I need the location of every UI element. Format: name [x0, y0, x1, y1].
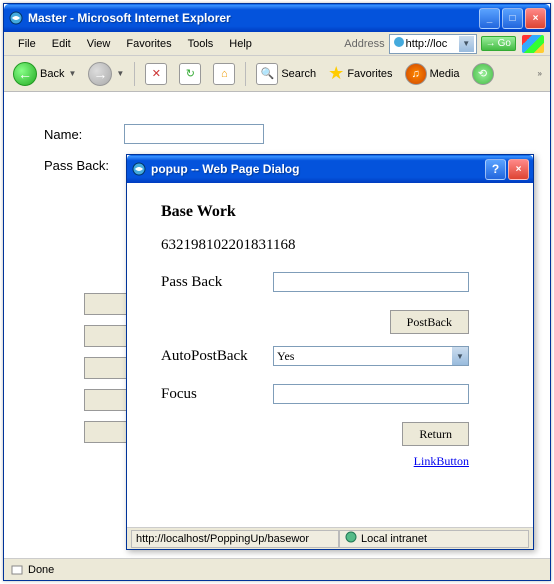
help-button[interactable]: ? [485, 159, 506, 180]
media-label: Media [430, 68, 460, 80]
ie-flag-icon [522, 35, 544, 53]
popup-close-button[interactable]: × [508, 159, 529, 180]
favorites-label: Favorites [347, 68, 392, 80]
popup-dialog: popup -- Web Page Dialog ? × Base Work 6… [126, 154, 534, 550]
autopostback-select[interactable]: Yes ▼ [273, 346, 469, 366]
popup-body: Base Work 632198102201831168 Pass Back P… [127, 183, 533, 527]
main-title: Master - Microsoft Internet Explorer [28, 11, 479, 25]
main-titlebar: Master - Microsoft Internet Explorer _ □… [4, 4, 550, 32]
focus-input[interactable] [273, 384, 469, 404]
address-dropdown-icon[interactable]: ▼ [459, 36, 474, 52]
popup-statusbar: http://localhost/PoppingUp/basewor Local… [127, 527, 533, 549]
back-label: Back [40, 68, 64, 80]
popup-titlebar: popup -- Web Page Dialog ? × [127, 155, 533, 183]
stop-button[interactable]: ✕ [140, 60, 172, 88]
popup-status-zone: Local intranet [361, 533, 427, 545]
search-label: Search [281, 68, 316, 80]
autopostback-label: AutoPostBack [161, 348, 273, 365]
stop-icon: ✕ [145, 63, 167, 85]
name-input[interactable] [124, 124, 264, 144]
menu-edit[interactable]: Edit [44, 35, 79, 53]
media-icon: ♫ [405, 63, 427, 85]
close-button[interactable]: × [525, 8, 546, 29]
address-bar[interactable]: http://loc ▼ [389, 34, 477, 54]
media-button[interactable]: ♫Media [400, 60, 465, 88]
popup-status-url: http://localhost/PoppingUp/basewor [131, 530, 339, 548]
go-label: Go [498, 38, 511, 49]
chevron-down-icon: ▼ [452, 347, 468, 365]
address-value: http://loc [406, 38, 459, 50]
menubar: File Edit View Favorites Tools Help Addr… [4, 32, 550, 56]
return-button[interactable]: Return [402, 422, 469, 446]
ie-icon [131, 161, 147, 177]
search-icon: 🔍 [256, 63, 278, 85]
popup-heading: Base Work [161, 203, 505, 221]
popup-passback-label: Pass Back [161, 274, 273, 291]
forward-icon: → [88, 62, 112, 86]
back-icon: ← [13, 62, 37, 86]
chevron-down-icon: ▼ [116, 69, 124, 78]
home-button[interactable]: ⌂ [208, 60, 240, 88]
toolbar-overflow-icon[interactable]: » [534, 65, 546, 82]
postback-button[interactable]: PostBack [390, 310, 469, 334]
home-icon: ⌂ [213, 63, 235, 85]
window-buttons: _ □ × [479, 8, 546, 29]
go-button[interactable]: → Go [481, 36, 516, 51]
star-icon: ★ [328, 63, 344, 84]
popup-title: popup -- Web Page Dialog [151, 162, 485, 176]
history-button[interactable]: ⟲ [467, 60, 499, 88]
address-label: Address [344, 38, 388, 50]
status-text: Done [28, 564, 54, 576]
maximize-button[interactable]: □ [502, 8, 523, 29]
ie-icon [8, 10, 24, 26]
chevron-down-icon: ▼ [68, 69, 76, 78]
refresh-icon: ↻ [179, 63, 201, 85]
focus-label: Focus [161, 386, 273, 403]
menu-help[interactable]: Help [221, 35, 260, 53]
search-button[interactable]: 🔍Search [251, 60, 321, 88]
autopostback-value: Yes [277, 349, 452, 364]
zone-icon [344, 530, 358, 547]
popup-passback-input[interactable] [273, 272, 469, 292]
history-icon: ⟲ [472, 63, 494, 85]
link-button[interactable]: LinkButton [414, 454, 469, 469]
toolbar: ← Back ▼ → ▼ ✕ ↻ ⌂ 🔍Search ★Favorites ♫M… [4, 56, 550, 92]
refresh-button[interactable]: ↻ [174, 60, 206, 88]
main-statusbar: Done [4, 558, 550, 580]
menu-tools[interactable]: Tools [180, 35, 222, 53]
popup-status-zone-cell: Local intranet [339, 530, 529, 548]
forward-button[interactable]: → ▼ [83, 59, 129, 89]
page-favicon [392, 35, 406, 52]
passback-label: Pass Back: [44, 158, 124, 173]
favorites-button[interactable]: ★Favorites [323, 60, 397, 87]
popup-number: 632198102201831168 [161, 237, 295, 254]
minimize-button[interactable]: _ [479, 8, 500, 29]
menu-view[interactable]: View [79, 35, 119, 53]
status-icon [10, 563, 24, 577]
menu-favorites[interactable]: Favorites [118, 35, 179, 53]
back-button[interactable]: ← Back ▼ [8, 59, 81, 89]
name-label: Name: [44, 127, 124, 142]
menu-file[interactable]: File [10, 35, 44, 53]
